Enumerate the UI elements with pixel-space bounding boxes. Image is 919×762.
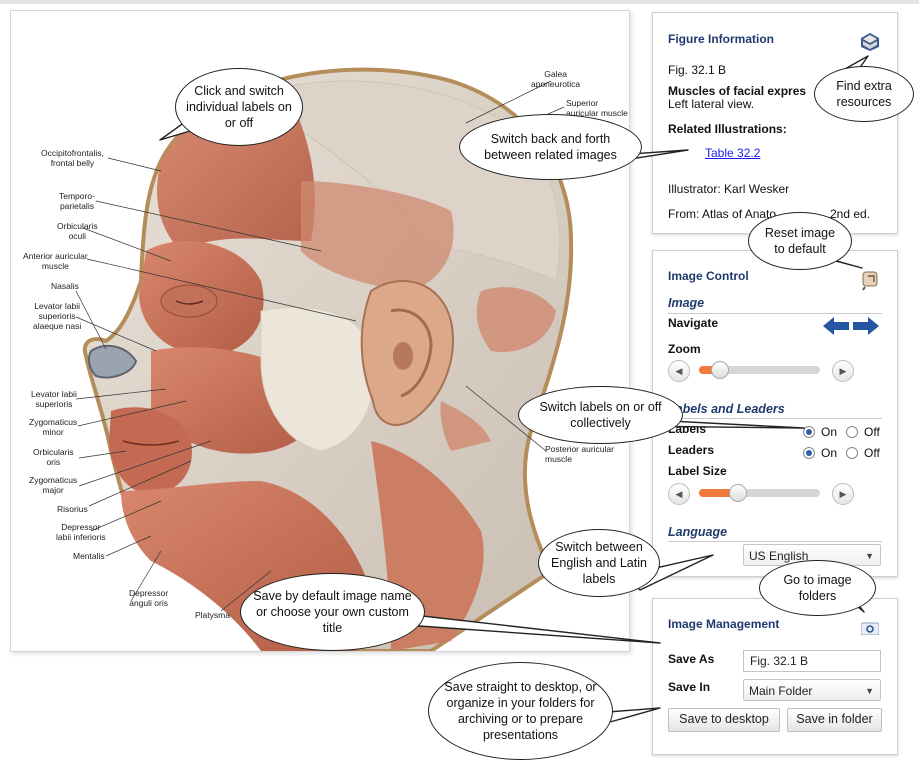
callout-reset-image: Reset image to default: [748, 212, 852, 270]
label-depressor-labii-inferioris[interactable]: Depressor labii inferioris: [56, 522, 106, 542]
navigate-right-arrow-icon[interactable]: [853, 316, 879, 336]
labels-on-label: On: [821, 425, 838, 439]
image-control-panel: Image Control Image Navigate Zoom ◀ ▶ La…: [652, 250, 898, 577]
image-control-title: Image Control: [668, 269, 749, 283]
label-levator-labii-alaeque-nasi[interactable]: Levator labii superioris alaeque nasi: [33, 301, 81, 331]
label-levator-labii-superioris[interactable]: Levator labii superioris: [31, 389, 77, 409]
save-to-desktop-button[interactable]: Save to desktop: [668, 708, 780, 732]
save-as-label: Save As: [668, 652, 715, 666]
figure-information-panel: Figure Information Fig. 32.1 B Muscles o…: [652, 12, 898, 234]
image-section-heading: Image: [668, 296, 705, 310]
labels-section-divider: [668, 418, 882, 419]
figure-number: Fig. 32.1 B: [668, 63, 727, 77]
book-icon[interactable]: [859, 30, 881, 52]
labels-off-label: Off: [864, 425, 880, 439]
related-illustration-link[interactable]: Table 32.2: [705, 146, 760, 160]
save-in-select-value: Main Folder: [749, 684, 813, 698]
illustrator-credit: Illustrator: Karl Wesker: [668, 182, 790, 196]
labels-section-heading: Labels and Leaders: [668, 402, 785, 416]
label-nasalis[interactable]: Nasalis: [51, 281, 79, 291]
chevron-down-icon: ▼: [865, 551, 874, 561]
image-section-divider: [668, 313, 882, 314]
anatomy-image-viewer[interactable]: Galea aponeurotica Superior auricular musc…: [10, 10, 630, 652]
label-size-label: Label Size: [668, 464, 727, 478]
zoom-slider[interactable]: [699, 361, 820, 379]
save-as-input[interactable]: [743, 650, 881, 672]
callout-individual-labels: Click and switch individual labels on or…: [175, 68, 303, 146]
label-posterior-auricular-muscle[interactable]: Posterior auricular muscle: [545, 444, 614, 464]
zoom-label: Zoom: [668, 342, 701, 356]
label-orbicularis-oris[interactable]: Orbicularis oris: [33, 447, 74, 467]
leaders-on-radio[interactable]: [803, 447, 815, 459]
related-illustrations-heading: Related Illustrations:: [668, 122, 787, 136]
figure-caption-title: Muscles of facial expres: [668, 84, 807, 98]
navigate-left-arrow-icon[interactable]: [823, 316, 849, 336]
leaders-off-label: Off: [864, 446, 880, 460]
callout-image-folders: Go to image folders: [759, 560, 876, 616]
leaders-toggle-label: Leaders: [668, 443, 715, 457]
reset-hand-icon[interactable]: [859, 269, 881, 291]
label-zygomaticus-minor[interactable]: Zygomaticus minor: [29, 417, 77, 437]
callout-save-title: Save by default image name or choose you…: [240, 573, 425, 651]
label-mentalis[interactable]: Mentalis: [73, 551, 105, 561]
chevron-down-icon: ▼: [865, 686, 874, 696]
label-depressor-anguli-oris[interactable]: Depressor anguli oris: [129, 588, 168, 608]
save-in-label: Save In: [668, 680, 711, 694]
language-section-heading: Language: [668, 525, 728, 539]
label-anterior-auricular-muscle[interactable]: Anterior auricular muscle: [23, 251, 88, 271]
image-management-title: Image Management: [668, 617, 780, 631]
label-size-increase-button[interactable]: ▶: [832, 483, 854, 505]
leaders-on-label: On: [821, 446, 838, 460]
language-section-divider: [668, 541, 882, 542]
navigate-label: Navigate: [668, 316, 719, 330]
label-orbicularis-oculi[interactable]: Orbicularis oculi: [57, 221, 98, 241]
save-in-select[interactable]: Main Folder ▼: [743, 679, 881, 701]
labels-off-radio[interactable]: [846, 426, 858, 438]
zoom-slider-knob[interactable]: [711, 361, 729, 379]
label-size-decrease-button[interactable]: ◀: [668, 483, 690, 505]
label-platysma[interactable]: Platysma: [195, 610, 230, 620]
label-risorius[interactable]: Risorius: [57, 504, 88, 514]
save-in-folder-button[interactable]: Save in folder: [787, 708, 882, 732]
label-occipitofrontalis[interactable]: Occipitofrontalis, frontal belly: [41, 148, 104, 168]
top-edge: [0, 0, 919, 4]
callout-related-images: Switch back and forth between related im…: [459, 114, 642, 180]
labels-on-radio[interactable]: [803, 426, 815, 438]
figure-information-title: Figure Information: [668, 32, 774, 46]
figure-caption-subtitle: Left lateral view.: [668, 97, 755, 111]
source-edition: 2nd ed.: [830, 207, 871, 221]
callout-language-switch: Switch between English and Latin labels: [538, 529, 660, 597]
zoom-in-button[interactable]: ▶: [832, 360, 854, 382]
callout-extra-resources: Find extra resources: [814, 66, 914, 122]
label-galea-aponeurotica[interactable]: Galea aponeurotica: [531, 69, 580, 89]
callout-labels-collective: Switch labels on or off collectively: [518, 386, 683, 444]
leaders-off-radio[interactable]: [846, 447, 858, 459]
image-management-panel: Image Management Save As Save In Main Fo…: [652, 598, 898, 755]
label-size-slider[interactable]: [699, 484, 820, 502]
callout-save-desktop: Save straight to desktop, or organize in…: [428, 662, 613, 760]
zoom-out-button[interactable]: ◀: [668, 360, 690, 382]
label-zygomaticus-major[interactable]: Zygomaticus major: [29, 475, 77, 495]
label-size-slider-knob[interactable]: [729, 484, 747, 502]
source-credit: From: Atlas of Anato: [668, 207, 777, 221]
label-temporoparietalis[interactable]: Temporo-parietalis: [59, 191, 95, 211]
gear-folder-icon[interactable]: [860, 621, 880, 636]
